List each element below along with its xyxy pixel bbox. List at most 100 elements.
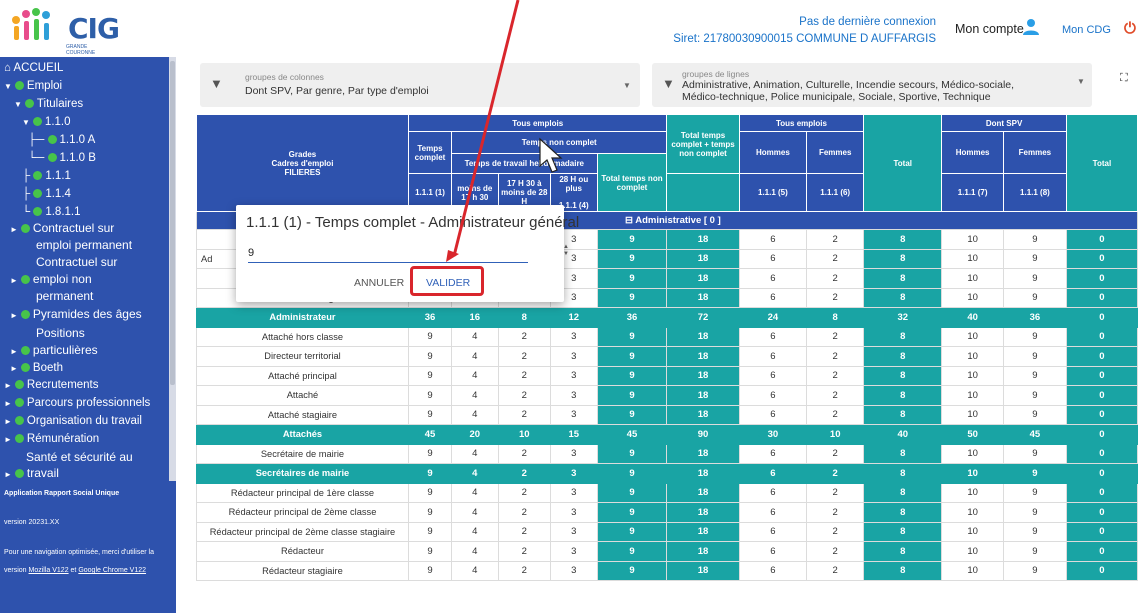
chevron-down-icon[interactable]: ▼ bbox=[623, 81, 631, 90]
table-cell[interactable]: 9 bbox=[1002, 385, 1067, 406]
table-cell[interactable]: 9 bbox=[407, 541, 453, 562]
table-cell[interactable]: 2 bbox=[806, 287, 865, 308]
mozilla-link[interactable]: Mozilla V122 bbox=[29, 567, 69, 574]
cancel-button[interactable]: ANNULER bbox=[354, 277, 404, 289]
table-cell[interactable]: 2 bbox=[806, 463, 865, 484]
number-spinner[interactable]: ▲ ▼ bbox=[562, 244, 570, 260]
table-cell[interactable]: 3 bbox=[549, 463, 598, 484]
table-cell[interactable]: 2 bbox=[806, 365, 865, 386]
table-cell[interactable]: 9 bbox=[407, 482, 453, 503]
power-icon[interactable]: ⏻ bbox=[1124, 20, 1138, 38]
table-cell[interactable]: 2 bbox=[497, 385, 551, 406]
table-cell[interactable]: 10 bbox=[941, 463, 1004, 484]
sidebar-scrollbar[interactable] bbox=[169, 57, 176, 481]
account-link[interactable]: Mon compte bbox=[955, 22, 1024, 36]
table-cell[interactable]: 9 bbox=[1002, 287, 1067, 308]
table-cell[interactable]: 6 bbox=[738, 287, 808, 308]
table-cell[interactable]: 4 bbox=[451, 482, 499, 503]
table-cell[interactable]: 2 bbox=[497, 482, 551, 503]
table-cell[interactable]: 2 bbox=[806, 443, 865, 464]
table-cell[interactable]: 2 bbox=[497, 463, 551, 484]
table-cell[interactable]: 2 bbox=[806, 268, 865, 289]
table-cell[interactable]: 45 bbox=[1002, 424, 1067, 445]
table-cell[interactable]: 10 bbox=[941, 346, 1004, 367]
table-cell[interactable]: 6 bbox=[738, 560, 808, 581]
sidebar-item-sante-label[interactable]: ► travail bbox=[4, 466, 59, 482]
chrome-link[interactable]: Google Chrome V122 bbox=[78, 567, 146, 574]
table-cell[interactable]: 6 bbox=[738, 385, 808, 406]
sidebar-item-positions-label[interactable]: ► particulières bbox=[10, 343, 98, 359]
sidebar-item-boeth[interactable]: ► Boeth bbox=[10, 361, 63, 376]
table-cell[interactable]: 4 bbox=[451, 463, 499, 484]
table-cell[interactable]: 4 bbox=[451, 502, 499, 523]
table-cell[interactable]: 6 bbox=[738, 541, 808, 562]
table-cell[interactable]: 2 bbox=[497, 346, 551, 367]
table-cell[interactable]: 2 bbox=[806, 560, 865, 581]
table-cell[interactable]: 2 bbox=[806, 521, 865, 542]
table-cell[interactable]: 6 bbox=[738, 365, 808, 386]
table-cell[interactable]: 9 bbox=[1002, 268, 1067, 289]
table-cell[interactable]: 10 bbox=[941, 385, 1004, 406]
table-cell[interactable]: 6 bbox=[738, 443, 808, 464]
chevron-down-icon[interactable]: ▼ bbox=[1077, 77, 1085, 86]
table-cell[interactable]: 9 bbox=[1002, 365, 1067, 386]
table-cell[interactable]: 4 bbox=[451, 385, 499, 406]
table-cell[interactable]: 3 bbox=[549, 521, 598, 542]
table-cell[interactable]: 2 bbox=[497, 541, 551, 562]
spin-up-icon[interactable]: ▲ bbox=[562, 244, 570, 251]
table-cell[interactable]: 2 bbox=[497, 404, 551, 425]
table-cell[interactable]: 2 bbox=[497, 560, 551, 581]
table-cell[interactable]: 10 bbox=[941, 521, 1004, 542]
sidebar-item-sante[interactable]: Santé et sécurité au bbox=[26, 450, 133, 465]
sidebar-item-contractuel-non-permanent[interactable]: Contractuel sur bbox=[36, 255, 117, 270]
table-cell[interactable]: 9 bbox=[1002, 521, 1067, 542]
table-cell[interactable]: 6 bbox=[738, 463, 808, 484]
cdg-link[interactable]: Mon CDG bbox=[1062, 24, 1111, 36]
table-cell[interactable]: 2 bbox=[806, 326, 865, 347]
table-cell[interactable]: 2 bbox=[497, 326, 551, 347]
fullscreen-icon[interactable]: ⛶ bbox=[1120, 72, 1128, 85]
table-cell[interactable]: 9 bbox=[1002, 502, 1067, 523]
table-cell[interactable]: 3 bbox=[549, 346, 598, 367]
table-cell[interactable]: 6 bbox=[738, 248, 808, 269]
table-cell[interactable]: 3 bbox=[549, 365, 598, 386]
table-cell[interactable]: 10 bbox=[941, 248, 1004, 269]
table-cell[interactable]: 36 bbox=[407, 307, 453, 328]
table-cell[interactable]: 6 bbox=[738, 502, 808, 523]
table-cell[interactable]: 2 bbox=[806, 248, 865, 269]
table-cell[interactable]: 9 bbox=[1002, 482, 1067, 503]
table-cell[interactable]: 10 bbox=[941, 502, 1004, 523]
table-cell[interactable]: 4 bbox=[451, 404, 499, 425]
table-cell[interactable]: 10 bbox=[941, 268, 1004, 289]
table-cell[interactable]: 2 bbox=[497, 502, 551, 523]
table-cell[interactable]: 2 bbox=[806, 404, 865, 425]
sidebar-item-recrutements[interactable]: ► Recrutements bbox=[4, 378, 99, 393]
user-icon[interactable] bbox=[1023, 18, 1039, 36]
sidebar-item-1811[interactable]: └ 1.8.1.1 bbox=[22, 205, 81, 220]
table-cell[interactable]: 8 bbox=[497, 307, 551, 328]
table-cell[interactable]: 2 bbox=[497, 521, 551, 542]
table-cell[interactable]: 2 bbox=[497, 365, 551, 386]
spin-down-icon[interactable]: ▼ bbox=[562, 251, 570, 258]
table-cell[interactable]: 8 bbox=[806, 307, 865, 328]
sidebar-scrollbar-thumb[interactable] bbox=[170, 61, 175, 385]
cig-logo[interactable]: CIG GRANDE COURONNE bbox=[6, 6, 120, 56]
sidebar-item-parcours[interactable]: ► Parcours professionnels bbox=[4, 396, 150, 411]
sidebar-item-114[interactable]: ├ 1.1.4 bbox=[22, 187, 71, 202]
table-cell[interactable]: 10 bbox=[941, 443, 1004, 464]
table-cell[interactable]: 9 bbox=[407, 521, 453, 542]
table-cell[interactable]: 9 bbox=[1002, 541, 1067, 562]
columns-filter-select[interactable]: ▼ groupes de colonnes Dont SPV, Par genr… bbox=[200, 63, 640, 107]
table-cell[interactable]: 24 bbox=[738, 307, 808, 328]
sidebar-item-110[interactable]: ▼ 1.1.0 bbox=[22, 115, 71, 130]
table-cell[interactable]: 9 bbox=[407, 502, 453, 523]
table-cell[interactable]: 2 bbox=[806, 385, 865, 406]
table-cell[interactable]: 10 bbox=[806, 424, 865, 445]
sidebar-item-110a[interactable]: ├─ 1.1.0 A bbox=[28, 133, 95, 148]
table-cell[interactable]: 4 bbox=[451, 541, 499, 562]
table-cell[interactable]: 3 bbox=[549, 541, 598, 562]
table-cell[interactable]: 2 bbox=[806, 502, 865, 523]
table-cell[interactable]: 10 bbox=[941, 541, 1004, 562]
sidebar-item-positions[interactable]: Positions bbox=[36, 326, 85, 341]
table-cell[interactable]: 9 bbox=[407, 404, 453, 425]
